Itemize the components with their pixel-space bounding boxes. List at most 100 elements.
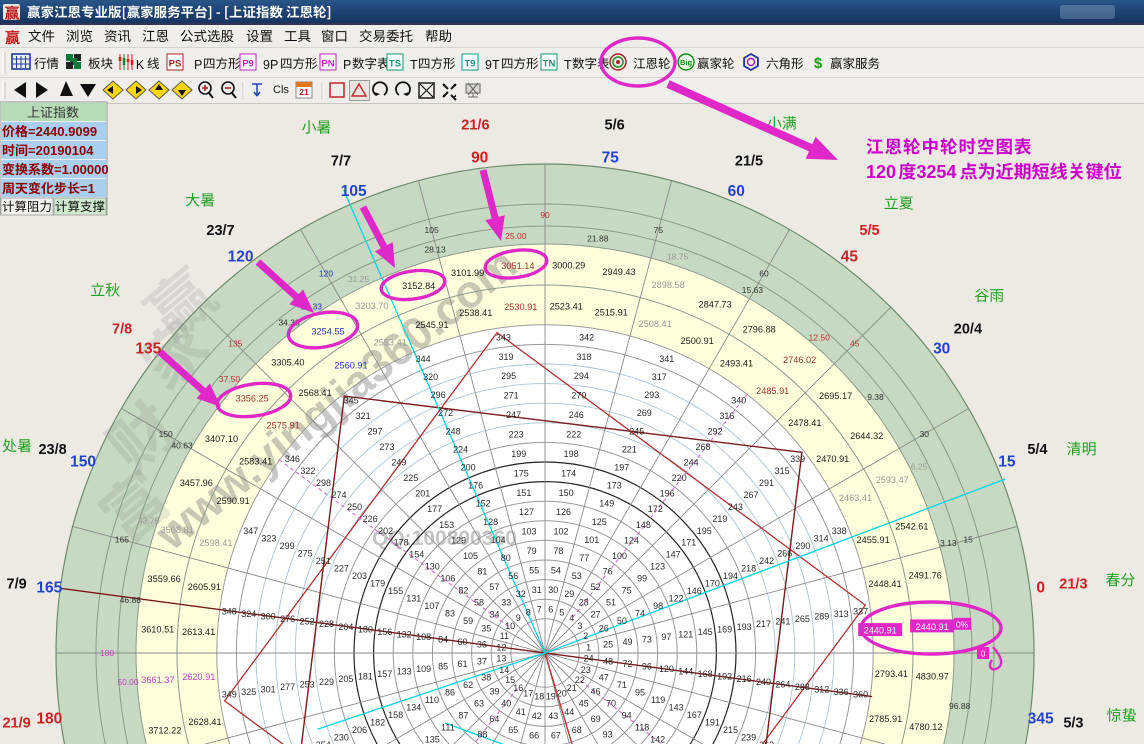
- svg-text:245: 245: [629, 426, 644, 436]
- svg-text:PS: PS: [169, 59, 182, 70]
- svg-text:134: 134: [406, 702, 421, 712]
- svg-text:121: 121: [678, 630, 693, 640]
- svg-text:96: 96: [642, 661, 652, 671]
- svg-text:346: 346: [285, 454, 300, 464]
- svg-text:180: 180: [36, 710, 62, 727]
- svg-text:23: 23: [581, 665, 591, 675]
- svg-text:276: 276: [280, 614, 295, 624]
- svg-text:239: 239: [741, 732, 756, 742]
- svg-text:10: 10: [505, 621, 515, 631]
- svg-text:63: 63: [474, 699, 484, 709]
- svg-text:169: 169: [717, 624, 732, 634]
- svg-text:9: 9: [516, 613, 521, 623]
- svg-text:47: 47: [599, 672, 609, 682]
- svg-text:126: 126: [556, 507, 571, 517]
- svg-text:6: 6: [548, 604, 553, 614]
- svg-text:0: 0: [1036, 580, 1045, 597]
- svg-text:180: 180: [100, 648, 114, 658]
- svg-text:93: 93: [603, 730, 613, 740]
- svg-text:270: 270: [571, 391, 586, 401]
- svg-text:122: 122: [669, 594, 684, 604]
- svg-text:29: 29: [564, 589, 574, 599]
- svg-text:251: 251: [316, 556, 331, 566]
- svg-text:243: 243: [728, 502, 743, 512]
- svg-text:338: 338: [832, 526, 847, 536]
- svg-text:247: 247: [506, 410, 521, 420]
- svg-text:317: 317: [652, 372, 667, 382]
- svg-text:198: 198: [564, 449, 579, 459]
- svg-text:336: 336: [834, 687, 849, 697]
- svg-text:254: 254: [316, 740, 331, 744]
- svg-text:0%: 0%: [956, 619, 969, 629]
- svg-text:294: 294: [574, 371, 589, 381]
- svg-text:250: 250: [347, 502, 362, 512]
- svg-text:45: 45: [579, 699, 589, 709]
- svg-text:227: 227: [334, 564, 349, 574]
- svg-text:344: 344: [416, 354, 431, 364]
- svg-text:$: $: [814, 55, 823, 72]
- svg-text:2530.91: 2530.91: [504, 302, 537, 312]
- svg-text:TS: TS: [389, 59, 401, 70]
- svg-text:314: 314: [814, 534, 829, 544]
- svg-text:46.88: 46.88: [120, 595, 142, 605]
- svg-text:21.88: 21.88: [587, 233, 609, 243]
- svg-text:2440.91: 2440.91: [915, 622, 948, 632]
- svg-text:32: 32: [516, 589, 526, 599]
- svg-text:108: 108: [416, 632, 431, 642]
- svg-text:88: 88: [477, 730, 487, 740]
- svg-text:118: 118: [635, 723, 649, 733]
- svg-text:150: 150: [159, 429, 173, 439]
- svg-text:171: 171: [681, 538, 696, 548]
- svg-text:61: 61: [457, 659, 467, 669]
- svg-text:229: 229: [319, 677, 334, 687]
- svg-text:9P: 9P: [263, 58, 278, 72]
- svg-text:182: 182: [370, 717, 385, 727]
- svg-text:110: 110: [425, 695, 439, 705]
- svg-text:68: 68: [572, 725, 582, 735]
- svg-text:2455.91: 2455.91: [856, 535, 889, 545]
- svg-text:277: 277: [280, 682, 295, 692]
- svg-text:205: 205: [338, 674, 353, 684]
- svg-text:131: 131: [406, 594, 421, 604]
- svg-text:3661.37: 3661.37: [141, 675, 174, 685]
- svg-text:2478.41: 2478.41: [788, 418, 821, 428]
- svg-text:2: 2: [583, 631, 588, 641]
- svg-text:193: 193: [737, 622, 752, 632]
- svg-text:77: 77: [579, 553, 589, 563]
- svg-text:296: 296: [431, 390, 446, 400]
- svg-text:43.75: 43.75: [138, 515, 160, 525]
- svg-text:195: 195: [697, 526, 712, 536]
- svg-text:2523.41: 2523.41: [550, 302, 583, 312]
- svg-text:153: 153: [439, 520, 454, 530]
- svg-text:266: 266: [777, 549, 792, 559]
- svg-text:201: 201: [415, 489, 430, 499]
- svg-text:2785.91: 2785.91: [869, 714, 902, 724]
- svg-text:1: 1: [586, 642, 591, 652]
- svg-text:274: 274: [331, 490, 346, 500]
- svg-text:2746.02: 2746.02: [783, 355, 816, 365]
- svg-text:132: 132: [397, 630, 412, 640]
- svg-text:345: 345: [344, 395, 359, 405]
- svg-text:4: 4: [569, 613, 574, 623]
- svg-text:2613.41: 2613.41: [182, 627, 215, 637]
- svg-text:78: 78: [553, 546, 563, 556]
- svg-text:269: 269: [637, 408, 652, 418]
- svg-text:315: 315: [775, 466, 790, 476]
- svg-text:3305.40: 3305.40: [271, 357, 304, 367]
- svg-text:4830.97: 4830.97: [916, 672, 949, 682]
- svg-text:343: 343: [496, 332, 511, 342]
- svg-text:3: 3: [577, 621, 582, 631]
- svg-text:27: 27: [590, 609, 600, 619]
- svg-text:94: 94: [622, 711, 632, 721]
- svg-text:2493.41: 2493.41: [720, 359, 753, 369]
- svg-text:31: 31: [532, 585, 542, 595]
- svg-text:291: 291: [759, 478, 774, 488]
- svg-text:219: 219: [712, 514, 727, 524]
- svg-text:86: 86: [445, 687, 455, 697]
- svg-text:98: 98: [653, 601, 663, 611]
- svg-text:148: 148: [636, 520, 651, 530]
- svg-text:100: 100: [612, 551, 627, 561]
- svg-text:38: 38: [481, 672, 491, 682]
- svg-text:174: 174: [561, 468, 576, 478]
- svg-text:220: 220: [672, 473, 687, 483]
